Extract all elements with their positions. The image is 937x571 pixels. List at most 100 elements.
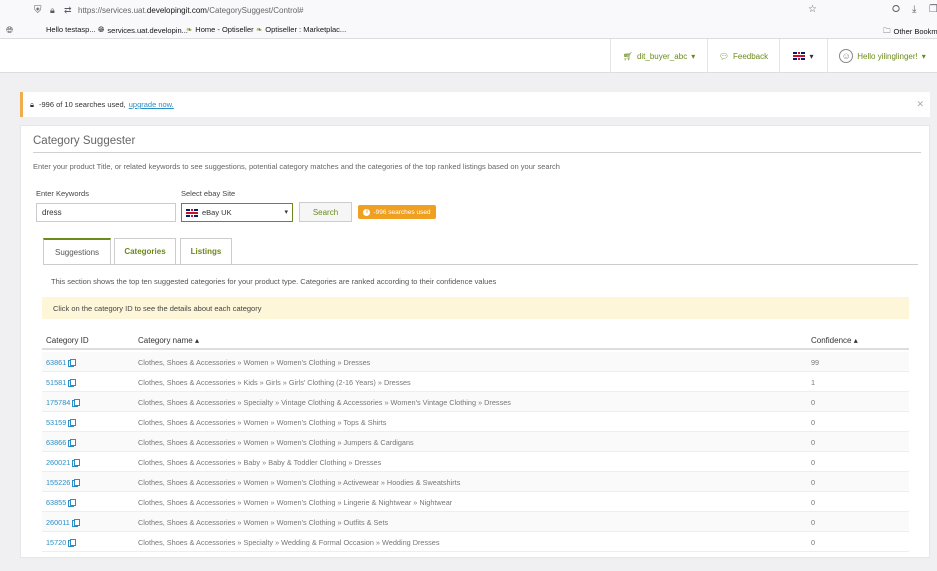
bookmark-item[interactable]: ❧ Home - Optiseller [186,25,254,34]
tracking-icon[interactable]: ⇄ [64,5,72,16]
table-row: 175784 Clothes, Shoes & Accessories » Spe… [42,392,909,412]
table-row: 155226 Clothes, Shoes & Accessories » Wom… [42,472,909,492]
category-id-link[interactable]: 63866 [46,438,77,447]
category-id-link[interactable]: 155226 [46,478,81,487]
user-dropdown[interactable]: ☺ Hello yilinglinger! ▾ [827,39,937,73]
chevron-down-icon: ▾ [284,209,288,216]
category-id-link[interactable]: 51581 [46,378,77,387]
site-label: Select ebay Site [181,189,236,198]
sort-up-icon: ▴ [853,336,858,345]
keywords-input[interactable] [36,203,176,222]
confidence-value: 99 [811,358,820,367]
lock-icon[interactable]: 🔒︎ [50,5,55,16]
page-title: Category Suggester [33,135,136,147]
feedback-link[interactable]: 💬︎ Feedback [707,39,779,73]
uk-flag-icon [186,208,198,217]
cart-icon: 🛒︎ [622,51,633,61]
chevron-down-icon: ▾ [809,51,814,61]
table-header: Category ID Category name ▴ Confidence ▴ [42,330,909,350]
col-category-name[interactable]: Category name ▴ [138,336,199,345]
copy-icon[interactable] [68,439,77,447]
category-name: Clothes, Shoes & Accessories » Baby » Ba… [138,458,382,467]
browser-url-bar: ⛨ 🔒︎ ⇄ https://services.uat.developingit… [0,0,937,22]
category-suggester-panel: Category Suggester Enter your product Ti… [20,125,930,558]
category-id-link[interactable]: 175784 [46,398,81,407]
copy-icon[interactable] [71,519,80,527]
close-icon[interactable]: ✕ [916,99,924,110]
category-name: Clothes, Shoes & Accessories » Women » W… [138,438,414,447]
info-bar: Click on the category ID to see the deta… [42,297,909,319]
copy-icon[interactable] [68,419,77,427]
table-row: 63855 Clothes, Shoes & Accessories » Wome… [42,492,909,512]
bookmark-item[interactable]: ❧ Optiseller : Marketplac... [256,25,346,34]
tab-categories[interactable]: Categories [114,238,176,264]
uk-flag-icon [793,52,806,60]
category-name: Clothes, Shoes & Accessories » Women » W… [138,478,461,487]
searches-used-badge: i -996 searches used [358,205,436,219]
bookmark-item[interactable]: 🗀︎Other Bookmarks [883,25,937,38]
category-name: Clothes, Shoes & Accessories » Women » W… [138,358,371,367]
sort-up-icon: ▴ [194,336,199,345]
language-dropdown[interactable]: ▾ [779,39,827,73]
category-id-link[interactable]: 63855 [46,498,77,507]
copy-icon[interactable] [72,459,81,467]
tab-suggestions[interactable]: Suggestions [43,238,111,265]
table-row: 15720 Clothes, Shoes & Accessories » Spec… [42,532,909,552]
copy-icon[interactable] [68,359,77,367]
col-confidence[interactable]: Confidence ▴ [811,336,858,345]
shield-icon[interactable]: ⛨ [34,5,42,16]
panel-description: Enter your product Title, or related key… [33,162,560,171]
confidence-value: 0 [811,538,816,547]
category-id-link[interactable]: 63861 [46,358,77,367]
bookmarks-bar: 🌐︎ Hello testasp... 🌐︎ services.uat.devel… [0,22,937,39]
col-category-id: Category ID [46,336,89,345]
extensions-icon[interactable]: ❐ [929,4,937,15]
table-row: 260011 Clothes, Shoes & Accessories » Wom… [42,512,909,532]
table-row: 63866 Clothes, Shoes & Accessories » Wome… [42,432,909,452]
app-header: 🛒︎ dit_buyer_abc ▾ 💬︎ Feedback ▾ ☺ Hello… [0,39,937,73]
bookmark-star-icon[interactable]: ☆ [808,4,817,15]
category-id-link[interactable]: 260011 [46,518,80,527]
leaf-icon: ❧ [186,25,193,34]
confidence-value: 0 [811,458,816,467]
comment-icon: 💬︎ [718,51,729,61]
tab-listings[interactable]: Listings [180,238,232,264]
category-name: Clothes, Shoes & Accessories » Kids » Gi… [138,378,411,387]
table-row: 53159 Clothes, Shoes & Accessories » Wome… [42,412,909,432]
globe-icon: 🌐︎ [98,25,105,34]
download-icon[interactable]: ⤓ [912,4,916,15]
url-field[interactable]: https://services.uat.developingit.com/Ca… [78,6,303,15]
divider [33,152,921,153]
pocket-icon[interactable]: ⭘ [892,4,900,15]
copy-icon[interactable] [68,499,77,507]
copy-icon[interactable] [72,399,81,407]
category-name: Clothes, Shoes & Accessories » Women » W… [138,498,453,507]
category-name: Clothes, Shoes & Accessories » Women » W… [138,518,389,527]
confidence-value: 0 [811,518,816,527]
table-row: 51581 Clothes, Shoes & Accessories » Kids… [42,372,909,392]
globe-icon[interactable]: 🌐︎ [6,25,13,36]
table-row: 63861 Clothes, Shoes & Accessories » Wome… [42,352,909,372]
lock-icon: 🔒︎ [30,99,34,109]
category-name: Clothes, Shoes & Accessories » Women » W… [138,418,387,427]
bookmark-item[interactable]: Hello testasp... [46,25,96,34]
site-select[interactable]: eBay UK ▾ [181,203,293,222]
category-id-link[interactable]: 15720 [46,538,77,547]
copy-icon[interactable] [68,539,77,547]
avatar-icon: ☺ [839,49,854,63]
upgrade-link[interactable]: upgrade now. [129,100,174,109]
search-button[interactable]: Search [299,202,352,222]
bookmark-item[interactable]: 🌐︎ services.uat.developin... [98,25,188,35]
category-id-link[interactable]: 260021 [46,458,81,467]
table-row: 260021 Clothes, Shoes & Accessories » Bab… [42,452,909,472]
category-name: Clothes, Shoes & Accessories » Specialty… [138,538,440,547]
info-icon: i [363,208,371,216]
copy-icon[interactable] [68,379,77,387]
account-dropdown[interactable]: 🛒︎ dit_buyer_abc ▾ [610,39,707,73]
usage-alert: 🔒︎ -996 of 10 searches used, upgrade now… [20,92,930,117]
confidence-value: 0 [811,418,816,427]
category-id-link[interactable]: 53159 [46,418,77,427]
copy-icon[interactable] [72,479,81,487]
confidence-value: 1 [811,378,816,387]
leaf-icon: ❧ [256,25,263,34]
